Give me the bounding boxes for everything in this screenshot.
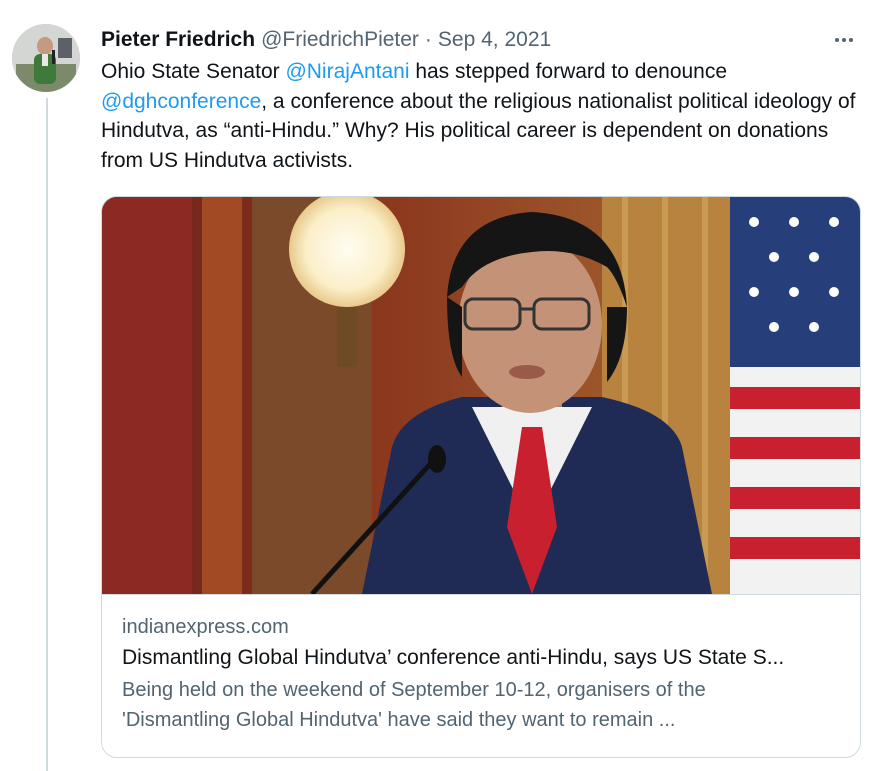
tweet-text-part2: has stepped forward to denounce (409, 60, 728, 83)
card-domain: indianexpress.com (122, 616, 289, 638)
card-title: Dismantling Global Hindutva’ conference … (122, 646, 785, 669)
more-horizontal-icon (835, 38, 853, 42)
mention-dghconference[interactable]: @dghconference (101, 90, 261, 113)
link-preview-card[interactable]: indianexpress.com Dismantling Global Hin… (101, 196, 861, 758)
tweet-date[interactable]: Sep 4, 2021 (438, 24, 551, 56)
header-separator: · (424, 28, 432, 51)
thread-connector-line (46, 98, 48, 771)
card-description: Being held on the weekend of September 1… (122, 675, 840, 735)
tweet-text-part1: Ohio State Senator (101, 60, 286, 83)
tweet[interactable]: Pieter Friedrich @FriedrichPieter · Sep … (101, 24, 861, 758)
avatar[interactable] (12, 24, 80, 92)
author-handle[interactable]: @FriedrichPieter (261, 24, 419, 56)
card-description-line1: Being held on the weekend of September 1… (122, 679, 706, 701)
mention-niraj-antani[interactable]: @NirajAntani (285, 60, 409, 83)
tweet-text: Ohio State Senator @NirajAntani has step… (101, 57, 861, 175)
author-display-name[interactable]: Pieter Friedrich (101, 24, 255, 56)
card-body: indianexpress.com Dismantling Global Hin… (102, 595, 860, 735)
more-options-button[interactable] (827, 26, 861, 54)
tweet-header: Pieter Friedrich @FriedrichPieter · Sep … (101, 24, 861, 56)
card-description-line2: 'Dismantling Global Hindutva' have said … (122, 709, 676, 731)
card-image[interactable] (102, 197, 860, 595)
